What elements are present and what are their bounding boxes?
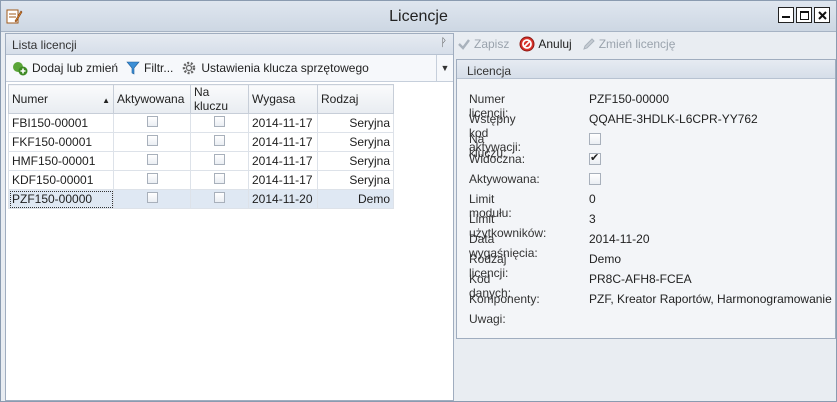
gear-icon (183, 61, 196, 75)
value-limit-uzytkownikow: 3 (589, 212, 596, 226)
license-table: Numer ▲ Aktywowana Na kluczu Wygasa Rodza… (8, 84, 394, 209)
cell-rodzaj: Seryjna (317, 151, 394, 171)
table-row[interactable]: FBI150-00001 2014-11-17 Seryjna (8, 113, 394, 133)
cell-aktywowana[interactable] (113, 189, 191, 209)
panel-header: Licencja (457, 60, 835, 79)
cell-wygasa: 2014-11-20 (248, 189, 318, 209)
minimize-icon (782, 16, 790, 18)
cell-numer: HMF150-00001 (8, 151, 114, 171)
chevron-down-icon: ▼ (440, 63, 450, 73)
cell-numer: FKF150-00001 (8, 132, 114, 152)
pencil-icon (582, 38, 595, 50)
cancel-icon (519, 36, 535, 52)
pin-icon[interactable]: ᚹ (440, 37, 447, 49)
license-detail-panel: Licencja Numer licencji: PZF150-00000 Wst… (456, 59, 836, 339)
table-row[interactable]: FKF150-00001 2014-11-17 Seryjna (8, 132, 394, 152)
cell-aktywowana[interactable] (113, 113, 191, 133)
cell-rodzaj: Seryjna (317, 170, 394, 190)
table-row[interactable]: KDF150-00001 2014-11-17 Seryjna (8, 170, 394, 190)
cell-aktywowana[interactable] (113, 132, 191, 152)
window-title: Licencje (389, 8, 448, 25)
column-header-wygasa[interactable]: Wygasa (248, 84, 318, 114)
column-header-rodzaj[interactable]: Rodzaj (317, 84, 394, 114)
value-data-wygasniecia: 2014-11-20 (589, 232, 650, 246)
detail-toolbar: Zapisz Anuluj Zmień licencję (457, 33, 683, 55)
checkbox-aktywowana[interactable] (589, 173, 601, 185)
panel-title: Licencja (467, 64, 512, 78)
checkbox[interactable] (146, 135, 158, 146)
checkbox[interactable] (214, 173, 225, 184)
save-label: Zapisz (474, 37, 510, 51)
checkbox[interactable] (146, 154, 158, 165)
value-rodzaj-licencji: Demo (589, 252, 622, 266)
cell-rodzaj: Seryjna (317, 113, 394, 133)
column-header-na-kluczu[interactable]: Na kluczu (190, 84, 249, 114)
add-or-change-label: Dodaj lub zmień (32, 61, 119, 75)
cell-numer: KDF150-00001 (8, 170, 114, 190)
checkbox[interactable] (214, 192, 225, 203)
column-header-aktywowana[interactable]: Aktywowana (113, 84, 191, 114)
license-list-panel: Lista licencji ᚹ Dodaj lub zmień Filtr..… (5, 33, 454, 401)
maximize-button[interactable] (796, 7, 812, 23)
save-button[interactable]: Zapisz (457, 37, 509, 51)
checkbox[interactable] (214, 154, 225, 165)
checkbox[interactable] (146, 173, 158, 184)
sort-ascending-icon: ▲ (102, 96, 110, 105)
close-icon (817, 10, 827, 20)
licencje-window: Licencje Lista licencji ᚹ Dodaj lub zmie… (0, 0, 837, 402)
toolbar-overflow-button[interactable]: ▼ (436, 55, 453, 81)
close-button[interactable] (814, 7, 830, 23)
checkbox[interactable] (146, 116, 158, 127)
cell-numer: PZF150-00000 (8, 189, 114, 209)
title-bar: Licencje (1, 1, 836, 32)
column-header-numer[interactable]: Numer ▲ (8, 84, 114, 114)
cell-aktywowana[interactable] (113, 151, 191, 171)
panel-header: Lista licencji ᚹ (6, 34, 453, 55)
checkbox[interactable] (214, 135, 225, 146)
cell-aktywowana[interactable] (113, 170, 191, 190)
value-kod-danych: PR8C-AFH8-FCEA (589, 272, 692, 286)
cell-wygasa: 2014-11-17 (248, 170, 318, 190)
cell-na-kluczu[interactable] (190, 189, 249, 209)
panel-title: Lista licencji (12, 38, 77, 52)
filter-label: Filtr... (144, 61, 174, 75)
cell-wygasa: 2014-11-17 (248, 113, 318, 133)
hardware-key-settings-label: Ustawienia klucza sprzętowego (201, 61, 369, 75)
cancel-label: Anuluj (538, 37, 572, 51)
hardware-key-settings-button[interactable]: Ustawienia klucza sprzętowego (181, 60, 369, 76)
cell-numer: FBI150-00001 (8, 113, 114, 133)
checkmark-icon (458, 39, 470, 50)
cancel-button[interactable]: Anuluj (519, 36, 572, 52)
cell-na-kluczu[interactable] (190, 113, 249, 133)
value-limit-modulu: 0 (589, 192, 596, 206)
cell-na-kluczu[interactable] (190, 170, 249, 190)
cell-rodzaj: Demo (317, 189, 394, 209)
minimize-button[interactable] (778, 7, 794, 23)
add-or-change-button[interactable]: Dodaj lub zmień (12, 60, 118, 76)
maximize-icon (799, 10, 809, 20)
checkbox-widoczna[interactable] (589, 151, 601, 165)
cell-na-kluczu[interactable] (190, 132, 249, 152)
cell-rodzaj: Seryjna (317, 132, 394, 152)
value-kod-aktywacji: QQAHE-3HDLK-L6CPR-YY762 (589, 112, 758, 126)
checkbox-na-kluczu[interactable] (589, 133, 601, 145)
table-row-selected[interactable]: PZF150-00000 2014-11-20 Demo (8, 189, 394, 209)
checkbox[interactable] (214, 116, 225, 127)
add-icon (13, 62, 28, 76)
value-numer: PZF150-00000 (589, 92, 670, 106)
filter-icon (126, 61, 140, 75)
change-license-button[interactable]: Zmień licencję (582, 37, 676, 51)
filter-button[interactable]: Filtr... (126, 60, 173, 76)
table-row[interactable]: HMF150-00001 2014-11-17 Seryjna (8, 151, 394, 171)
cell-na-kluczu[interactable] (190, 151, 249, 171)
checkbox[interactable] (146, 192, 158, 203)
list-toolbar: Dodaj lub zmień Filtr... Ustawienia kluc… (6, 55, 453, 82)
cell-wygasa: 2014-11-17 (248, 132, 318, 152)
value-komponenty: PZF, Kreator Raportów, Harmonogramowanie (589, 292, 832, 306)
cell-wygasa: 2014-11-17 (248, 151, 318, 171)
change-license-label: Zmień licencję (598, 37, 676, 51)
